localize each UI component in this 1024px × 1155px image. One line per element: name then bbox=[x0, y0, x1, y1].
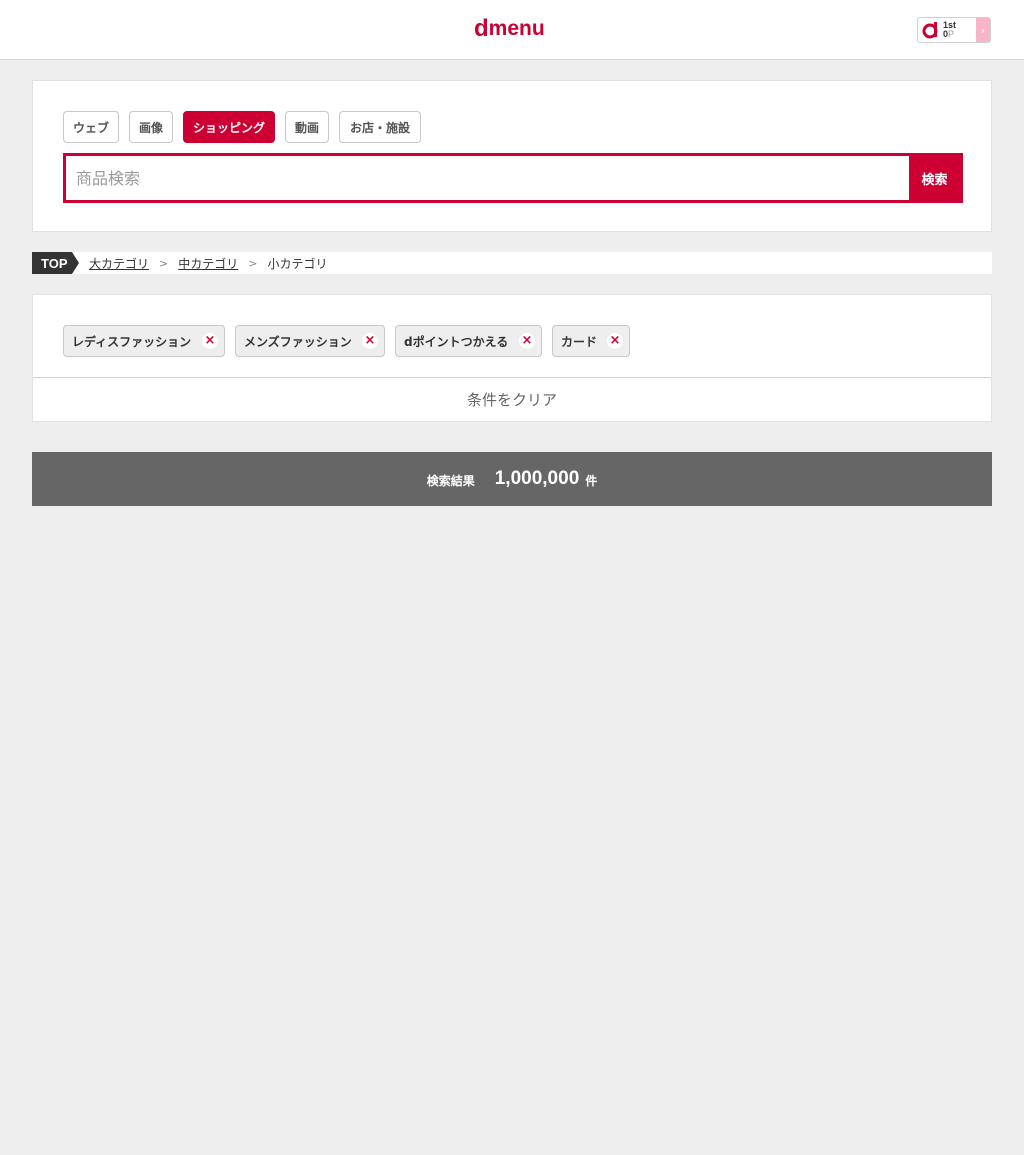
tab-images[interactable]: 画像 bbox=[129, 111, 173, 143]
breadcrumb-small-category: 小カテゴリ bbox=[267, 256, 328, 271]
breadcrumb-top[interactable]: TOP bbox=[32, 252, 79, 274]
header: d menu 1st 0P › bbox=[0, 0, 1024, 60]
search-box: 検索 bbox=[63, 153, 963, 203]
results-unit: 件 bbox=[585, 474, 598, 488]
results-label: 検索結果 bbox=[426, 474, 475, 488]
search-button[interactable]: 検索 bbox=[909, 156, 960, 200]
breadcrumb: TOP 大カテゴリ > 中カテゴリ > 小カテゴリ bbox=[32, 252, 992, 274]
chip-label: メンズファッション bbox=[244, 334, 352, 349]
filter-chip-ladies-fashion: レディスファッション × bbox=[63, 325, 225, 357]
search-input[interactable] bbox=[66, 156, 909, 200]
points-text: 1st 0P bbox=[943, 21, 956, 39]
breadcrumb-separator: > bbox=[248, 256, 258, 270]
tab-shopping[interactable]: ショッピング bbox=[183, 111, 275, 143]
filter-chip-dpoint-usable: dポイントつかえる × bbox=[395, 325, 542, 357]
tab-web[interactable]: ウェブ bbox=[63, 111, 119, 143]
close-icon[interactable]: × bbox=[519, 333, 535, 349]
results-count: 1,000,000 bbox=[494, 468, 580, 489]
clear-conditions-button[interactable]: 条件をクリア bbox=[33, 378, 991, 421]
filter-chip-card: カード × bbox=[552, 325, 630, 357]
search-panel: ウェブ 画像 ショッピング 動画 お店・施設 検索 bbox=[32, 80, 992, 232]
chevron-right-icon: › bbox=[976, 18, 990, 42]
dpoint-widget[interactable]: 1st 0P › bbox=[917, 17, 991, 43]
chip-label: dポイントつかえる bbox=[404, 334, 509, 349]
dmenu-logo[interactable]: d menu bbox=[474, 15, 545, 43]
filter-panel: レディスファッション × メンズファッション × dポイントつかえる × カード… bbox=[32, 294, 992, 422]
breadcrumb-large-category[interactable]: 大カテゴリ bbox=[89, 255, 149, 272]
chip-label: レディスファッション bbox=[72, 334, 192, 349]
chip-label: カード bbox=[561, 334, 598, 349]
close-icon[interactable]: × bbox=[362, 333, 378, 349]
close-icon[interactable]: × bbox=[607, 333, 623, 349]
tab-video[interactable]: 動画 bbox=[285, 111, 329, 143]
breadcrumb-medium-category[interactable]: 中カテゴリ bbox=[178, 255, 238, 272]
filter-chip-mens-fashion: メンズファッション × bbox=[235, 325, 385, 357]
points-unit: P bbox=[948, 29, 955, 39]
points-value-line: 0P bbox=[943, 30, 956, 39]
close-icon[interactable]: × bbox=[202, 333, 218, 349]
logo-d: d bbox=[474, 15, 489, 42]
results-bar: 検索結果 1,000,000 件 bbox=[32, 452, 992, 506]
tab-stores[interactable]: お店・施設 bbox=[339, 111, 421, 143]
breadcrumb-separator: > bbox=[159, 256, 169, 270]
logo-menu: menu bbox=[488, 17, 545, 40]
dpoint-icon bbox=[921, 20, 941, 40]
